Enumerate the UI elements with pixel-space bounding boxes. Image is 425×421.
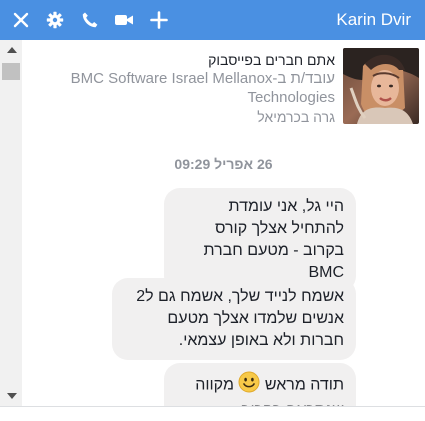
- message-text: תודה מראש: [264, 376, 344, 394]
- avatar[interactable]: [343, 48, 419, 124]
- location-info: גרה בכרמיאל: [257, 109, 335, 125]
- divider: [0, 406, 425, 407]
- message-bubble[interactable]: אשמח לנייד שלך, אשמח גם ל2 אנשים שלמדו א…: [112, 278, 356, 360]
- profile-card: אתם חברים בפייסבוק עובד/ת ב-Mellanox‏ BM…: [24, 47, 419, 125]
- chat-header: Karin Dvir: [0, 0, 425, 40]
- scroll-up-arrow-icon[interactable]: [7, 47, 17, 53]
- scrollbar-thumb[interactable]: [2, 63, 20, 80]
- chat-content: אתם חברים בפייסבוק עובד/ת ב-Mellanox‏ BM…: [22, 40, 425, 406]
- video-camera-icon[interactable]: [111, 0, 137, 40]
- phone-icon[interactable]: [77, 0, 103, 40]
- message-bubble[interactable]: תודה מראש מקווה שנתראה בקרוב: [164, 363, 356, 406]
- chat-title[interactable]: Karin Dvir: [336, 0, 411, 40]
- scrollbar[interactable]: [0, 40, 22, 406]
- message-date: 26 אפריל 09:29: [174, 156, 273, 172]
- gear-icon[interactable]: [42, 0, 68, 40]
- friends-status: אתם חברים בפייסבוק: [208, 52, 335, 68]
- profile-info: אתם חברים בפייסבוק עובד/ת ב-Mellanox‏ BM…: [35, 51, 335, 126]
- work-info: עובד/ת ב-Mellanox‏ BMC Software Israel T…: [70, 70, 335, 106]
- message-bubble[interactable]: היי גל, אני עומדת להתחיל אצלך קורס בקרוב…: [164, 188, 356, 292]
- plus-icon[interactable]: [146, 0, 172, 40]
- smiley-emoji-icon: [238, 371, 260, 400]
- scroll-down-arrow-icon[interactable]: [7, 393, 17, 399]
- close-icon[interactable]: [8, 0, 34, 40]
